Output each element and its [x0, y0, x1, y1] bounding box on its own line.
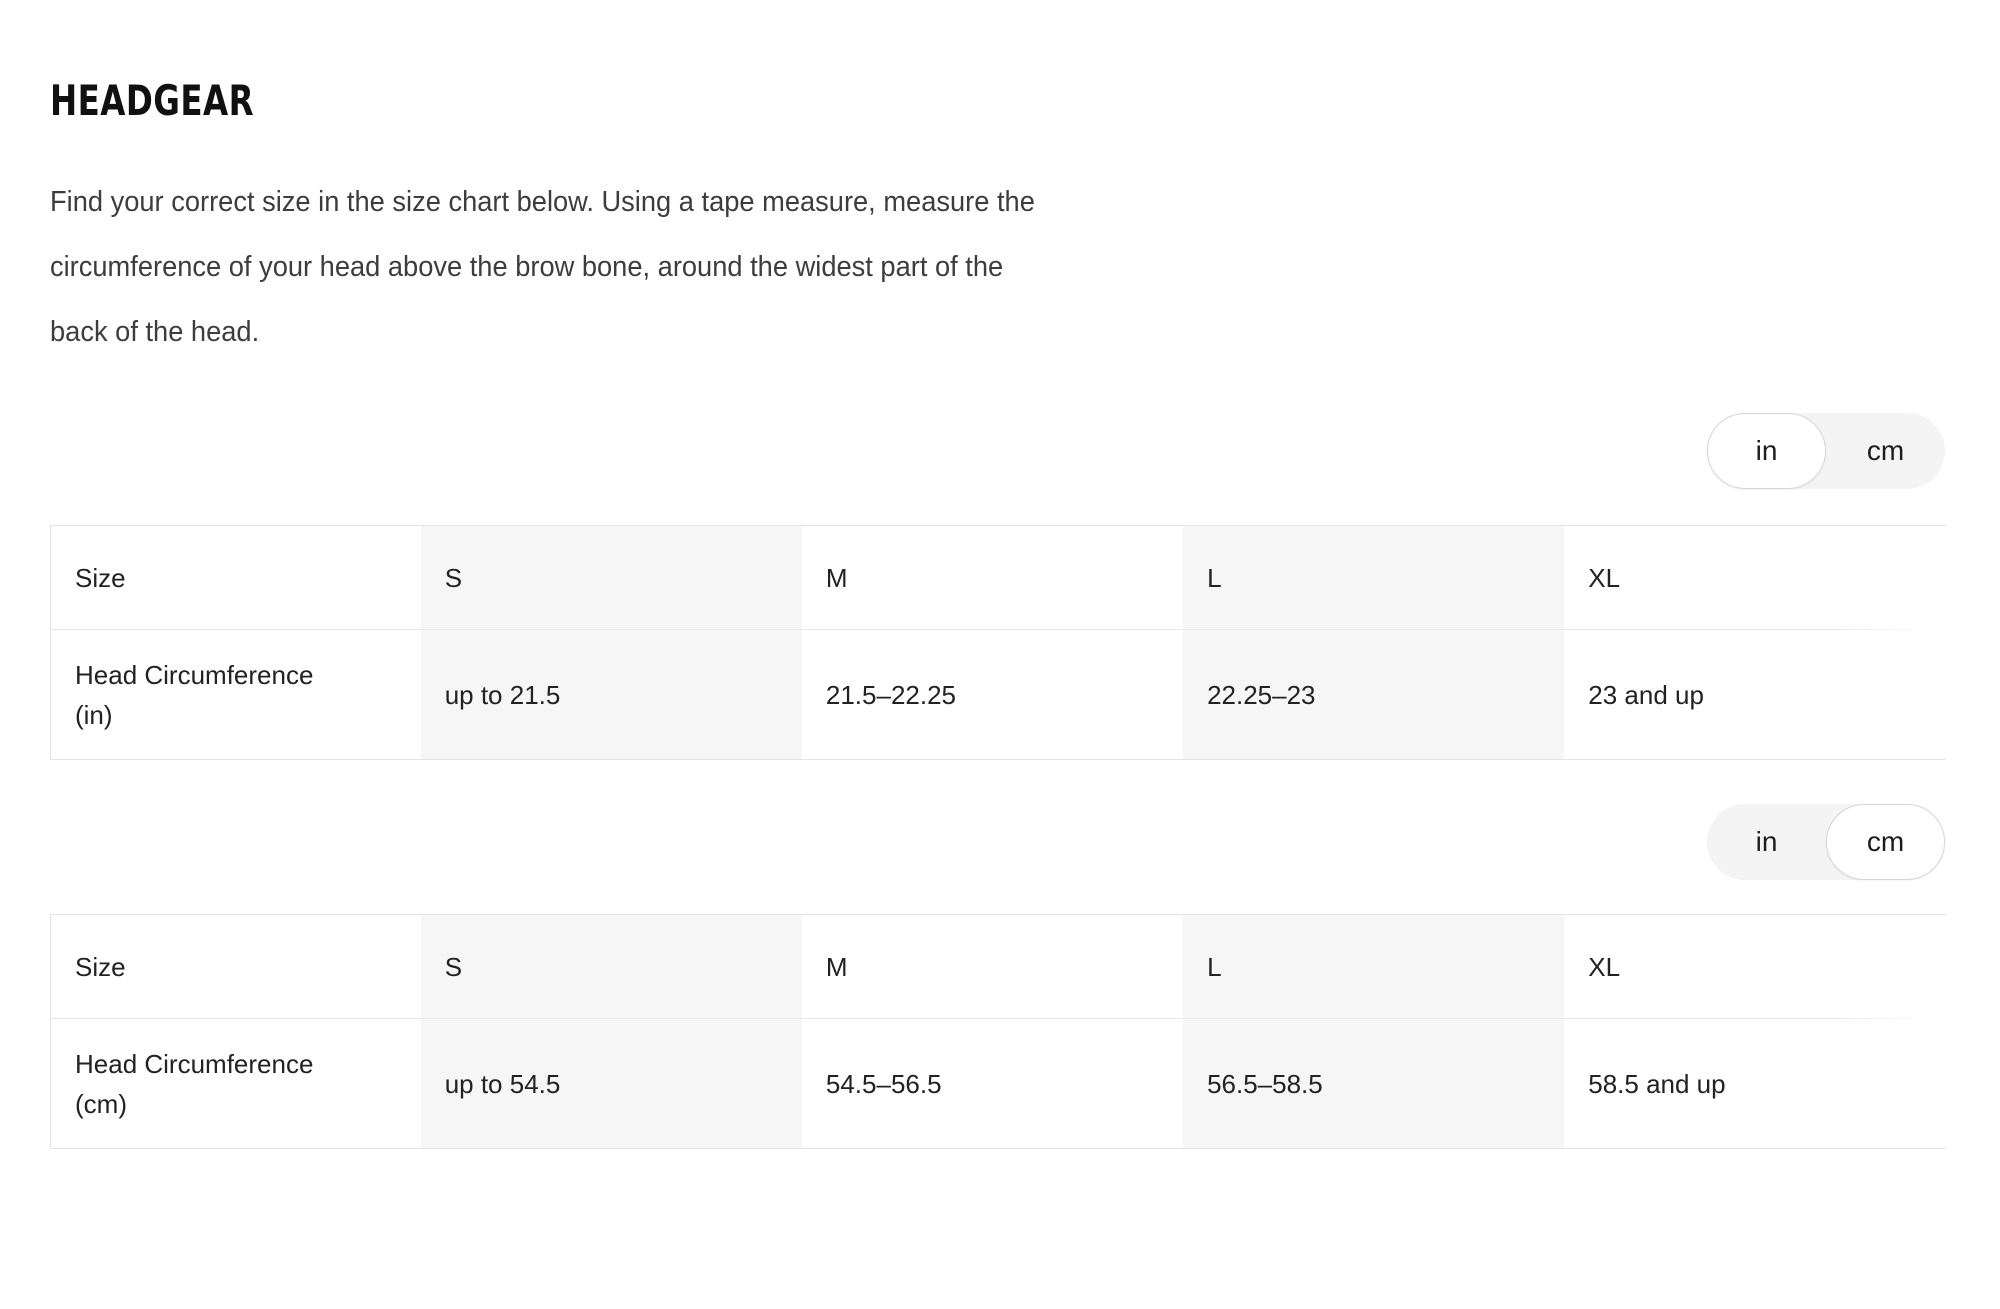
- column-header-s: S: [420, 525, 802, 630]
- cell-s: up to 21.5: [420, 629, 802, 760]
- toggle-option-in[interactable]: in: [1707, 413, 1826, 489]
- column-header-s: S: [420, 914, 802, 1019]
- page-title: HEADGEAR: [50, 76, 255, 125]
- row-label-text: Head Circumference (cm): [75, 1048, 314, 1119]
- cell-m: 21.5–22.25: [825, 679, 957, 710]
- table-row: Head Circumference (in) up to 21.5 21.5–…: [50, 629, 1946, 760]
- toggle-option-in[interactable]: in: [1707, 804, 1826, 880]
- cell-xl: 58.5 and up: [1588, 1068, 1726, 1099]
- row-label-text: Head Circumference (in): [75, 659, 314, 730]
- size-chart-page: HEADGEAR Find your correct size in the s…: [0, 0, 2000, 1309]
- cell-m: 54.5–56.5: [825, 1068, 942, 1099]
- cell-l: 56.5–58.5: [1183, 1018, 1565, 1149]
- row-label-head-circumference: Head Circumference (in): [51, 630, 421, 760]
- size-table-wrapper-cm: Size S M L XL Head Circumference (cm) up…: [50, 914, 1950, 1149]
- table-header-row: Size S M L XL: [51, 525, 1946, 630]
- column-header-l: L: [1183, 914, 1565, 1019]
- table-header-row: Size S M L XL: [51, 914, 1946, 1019]
- size-table-inches: Size S M L XL Head Circumference (in) up…: [50, 525, 1946, 760]
- column-header-l: L: [1183, 525, 1565, 630]
- unit-toggle-row-in: in cm: [50, 365, 1950, 489]
- intro-description: Find your correct size in the size chart…: [50, 186, 1035, 348]
- column-header-m: M: [825, 562, 848, 593]
- unit-toggle-inches[interactable]: in cm: [1707, 413, 1945, 489]
- column-header-size: Size: [75, 562, 126, 593]
- unit-toggle-row-cm: in cm: [50, 760, 1950, 880]
- cell-l: 22.25–23: [1183, 629, 1565, 760]
- column-header-m: M: [825, 951, 848, 982]
- toggle-option-cm[interactable]: cm: [1826, 804, 1945, 880]
- unit-toggle-centimeters[interactable]: in cm: [1707, 804, 1945, 880]
- size-table-centimeters: Size S M L XL Head Circumference (cm) up…: [50, 914, 1946, 1149]
- row-label-head-circumference: Head Circumference (cm): [51, 1019, 421, 1149]
- cell-s: up to 54.5: [420, 1018, 802, 1149]
- table-row: Head Circumference (cm) up to 54.5 54.5–…: [50, 1018, 1946, 1149]
- cell-xl: 23 and up: [1588, 679, 1704, 710]
- toggle-option-cm[interactable]: cm: [1826, 413, 1945, 489]
- column-header-xl: XL: [1588, 951, 1621, 982]
- column-header-xl: XL: [1588, 562, 1621, 593]
- column-header-size: Size: [75, 951, 126, 982]
- size-table-wrapper-in: Size S M L XL Head Circumference (in) up…: [50, 525, 1950, 760]
